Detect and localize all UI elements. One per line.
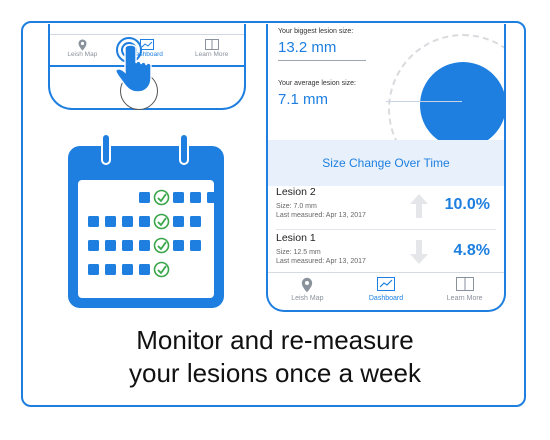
small-tab-label: Learn More <box>195 51 229 58</box>
calendar-day <box>207 192 218 203</box>
calendar-day <box>190 192 201 203</box>
lesion-change-percent: 4.8% <box>453 242 490 259</box>
tab-label: Leish Map <box>291 295 324 302</box>
tapping-hand-icon <box>115 37 152 93</box>
calendar-day <box>173 216 184 227</box>
lesion-last-measured: Last measured: Apr 13, 2017 <box>276 258 366 265</box>
arrow-up-icon <box>410 194 428 218</box>
calendar-day <box>122 216 133 227</box>
average-size-connector <box>386 101 462 102</box>
biggest-size-underline <box>278 60 366 61</box>
lesion-change-percent: 10.0% <box>444 196 490 213</box>
calendar-day <box>88 216 99 227</box>
lesion-size: Size: 12.5 mm <box>276 249 321 256</box>
checkmark-icon <box>153 213 170 230</box>
tab-dashboard[interactable]: Dashboard <box>347 273 426 310</box>
tab-learn-more[interactable]: Learn More <box>425 273 504 310</box>
lesion-last-measured: Last measured: Apr 13, 2017 <box>276 212 366 219</box>
average-size-value: 7.1 mm <box>278 91 329 108</box>
small-tab-label: Leish Map <box>67 51 98 58</box>
biggest-size-value: 13.2 mm <box>278 39 337 56</box>
calendar-day <box>139 240 150 251</box>
book-icon <box>455 277 474 291</box>
lesion-row[interactable]: Lesion 2 Size: 7.0 mm Last measured: Apr… <box>268 186 504 234</box>
average-size-label: Your average lesion size: <box>278 80 356 87</box>
calendar-day <box>105 240 116 251</box>
calendar-day <box>105 216 116 227</box>
calendar-day <box>139 192 150 203</box>
calendar-day <box>139 216 150 227</box>
lesion-size: Size: 7.0 mm <box>276 203 317 210</box>
small-tab-learn-more[interactable]: Learn More <box>179 35 244 65</box>
average-size-circle <box>420 62 504 148</box>
tab-label: Learn More <box>446 295 483 302</box>
checkmark-icon <box>153 237 170 254</box>
calendar-day <box>173 240 184 251</box>
calendar-day <box>139 264 150 275</box>
dashboard-phone: Your biggest lesion size: 13.2 mm Your a… <box>266 24 506 312</box>
chart-icon <box>377 277 395 291</box>
map-pin-icon <box>78 39 87 51</box>
tab-label: Dashboard <box>368 295 404 302</box>
checkmark-icon <box>153 189 170 206</box>
arrow-down-icon <box>410 240 428 264</box>
tab-leish-map[interactable]: Leish Map <box>268 273 347 310</box>
calendar-day <box>105 264 116 275</box>
calendar-day <box>190 216 201 227</box>
calendar-day <box>88 240 99 251</box>
calendar-day <box>190 240 201 251</box>
caption: Monitor and re-measure your lesions once… <box>0 324 550 390</box>
caption-line-1: Monitor and re-measure <box>136 325 414 355</box>
size-change-header[interactable]: Size Change Over Time <box>268 140 504 186</box>
calendar-day <box>122 264 133 275</box>
checkmark-icon <box>153 261 170 278</box>
book-icon <box>204 39 219 50</box>
section-title: Size Change Over Time <box>322 156 450 170</box>
caption-line-2: your lesions once a week <box>129 358 421 388</box>
lesion-name: Lesion 2 <box>276 186 316 198</box>
calendar-icon <box>68 133 224 308</box>
calendar-day <box>173 192 184 203</box>
calendar-day <box>122 240 133 251</box>
lesion-name: Lesion 1 <box>276 232 316 244</box>
biggest-size-label: Your biggest lesion size: <box>278 28 354 35</box>
row-divider <box>276 229 496 230</box>
dashboard-tab-bar: Leish Map Dashboard Learn More <box>268 272 504 310</box>
map-pin-icon <box>302 277 313 293</box>
calendar-day <box>88 264 99 275</box>
